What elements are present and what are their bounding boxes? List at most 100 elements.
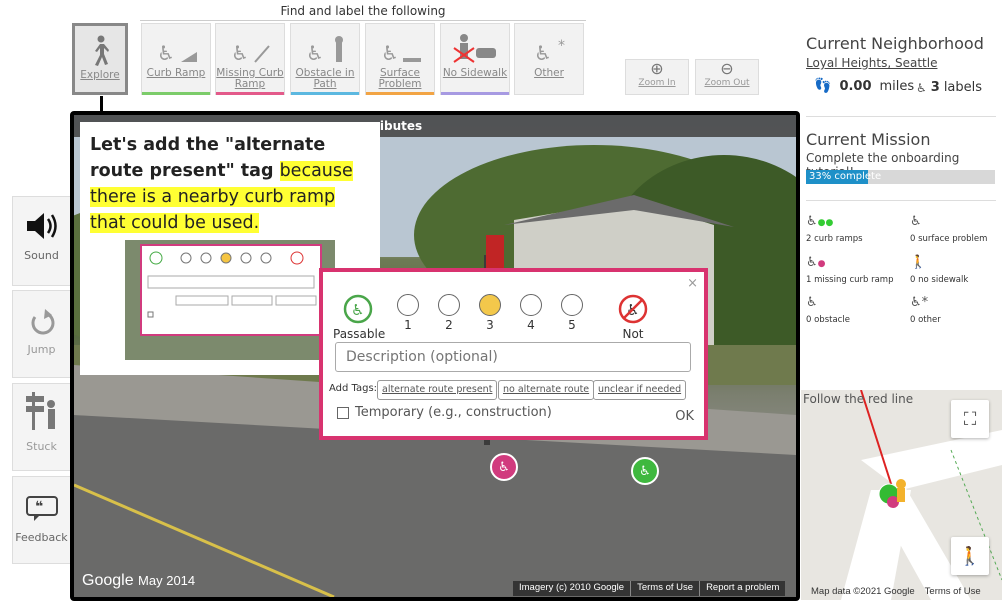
surface-problem-count: ♿ 0 surface problem: [910, 214, 1004, 244]
map-footer: Map data ©2021 Google Terms of Use: [811, 586, 981, 597]
zoom-out-button[interactable]: ⊖ Zoom Out: [695, 59, 759, 95]
speech-bubble-icon: ❝: [13, 477, 70, 523]
no-sidewalk-button[interactable]: No Sidewalk: [440, 23, 510, 95]
curb-ramp-count: ♿●● 2 curb ramps: [806, 214, 901, 244]
tutorial-text: Let's add the "alternate route present" …: [90, 132, 370, 236]
severity-1-label: 1: [404, 318, 412, 332]
surface-problem-icon: ♿: [910, 214, 922, 229]
stuck-icon: [13, 384, 70, 430]
no-sidewalk-color-bar: [441, 92, 509, 95]
surface-problem-count-label: 0 surface problem: [910, 234, 988, 244]
frown-face-icon: [561, 294, 583, 316]
curb-ramp-label: Curb Ramp: [146, 67, 206, 79]
mini-severity-dialog: [140, 244, 322, 336]
other-icon: ♿*: [910, 295, 929, 310]
divider-2: [806, 200, 996, 201]
jump-label: Jump: [27, 343, 56, 356]
obstacle-button[interactable]: ♿ Obstacle in Path: [290, 23, 360, 95]
svg-text:♿: ♿: [157, 41, 175, 65]
missing-curb-ramp-marker[interactable]: ♿: [490, 453, 518, 481]
footprints-icon: 👣: [814, 78, 832, 94]
missing-curb-ramp-count-label: 1 missing curb ramp: [806, 275, 894, 285]
tutorial-thumbnail: [125, 240, 335, 360]
miles-value: 0.00: [839, 78, 872, 94]
obstacle-icon: ♿: [291, 30, 359, 68]
divider-1: [806, 116, 996, 117]
svg-text:*: *: [558, 38, 565, 54]
stuck-button[interactable]: Stuck: [12, 383, 71, 471]
other-button[interactable]: ♿ * Other: [514, 23, 584, 95]
surface-problem-button[interactable]: ♿ Surface Problem: [365, 23, 435, 95]
curb-ramp-marker[interactable]: ♿: [631, 457, 659, 485]
severity-2[interactable]: 2: [436, 294, 462, 332]
missing-curb-ramp-count: ♿● 1 missing curb ramp: [806, 255, 901, 285]
other-count-label: 0 other: [910, 315, 941, 325]
labels-value: 3: [930, 80, 940, 95]
obstacle-label: Obstacle in Path: [295, 67, 355, 90]
labels-stat: ♿ 3 labels: [916, 80, 982, 95]
close-icon[interactable]: ×: [687, 276, 698, 291]
fullscreen-icon[interactable]: ⛶: [951, 400, 989, 438]
neighborhood-header: Current Neighborhood: [806, 34, 984, 53]
severity-3-label: 3: [486, 318, 494, 332]
feedback-button[interactable]: ❝ Feedback: [12, 476, 71, 564]
minimap-hint: Follow the red line: [803, 392, 914, 406]
severity-4[interactable]: 4: [518, 294, 544, 332]
no-sidewalk-count-label: 0 no sidewalk: [910, 275, 969, 285]
obstacle-icon: ♿: [806, 295, 818, 310]
map-terms-link[interactable]: Terms of Use: [925, 586, 981, 597]
pano-footer: Imagery (c) 2010 Google Terms of Use Rep…: [513, 581, 786, 596]
passable-icon: ♿: [333, 294, 383, 327]
temporary-row: Temporary (e.g., construction): [337, 405, 552, 420]
curb-ramp-icon: ♿●●: [806, 214, 834, 229]
severity-1[interactable]: 1: [395, 294, 421, 332]
surface-problem-icon: ♿: [366, 30, 434, 68]
walking-person-icon: [75, 32, 125, 70]
neighborhood-link[interactable]: Loyal Heights, Seattle: [806, 56, 937, 70]
obstacle-color-bar: [291, 92, 359, 95]
severity-2-label: 2: [445, 318, 453, 332]
jump-icon: [13, 291, 70, 337]
mission-header: Current Mission: [806, 130, 931, 149]
description-input[interactable]: [335, 342, 691, 372]
severity-4-label: 4: [527, 318, 535, 332]
missing-curb-ramp-button[interactable]: ♿ Missing Curb Ramp: [215, 23, 285, 95]
explore-label: Explore: [80, 69, 120, 81]
slight-smile-face-icon: [438, 294, 460, 316]
zoom-in-label: Zoom In: [638, 78, 676, 88]
other-icon: ♿*: [515, 30, 583, 68]
tag-unclear-if-needed[interactable]: unclear if needed: [593, 380, 687, 400]
temporary-checkbox[interactable]: [337, 406, 349, 419]
minimap[interactable]: Follow the red line ⛶ 🚶 Map data ©2021 G…: [801, 390, 1002, 600]
ok-button[interactable]: OK: [675, 409, 694, 424]
pano-terms-link[interactable]: Terms of Use: [630, 581, 699, 596]
curb-ramp-button[interactable]: ♿ Curb Ramp: [141, 23, 211, 95]
severity-3[interactable]: 3: [477, 294, 503, 332]
missing-curb-ramp-label: Missing Curb Ramp: [216, 67, 284, 90]
missing-curb-ramp-icon: ♿●: [806, 255, 826, 270]
sound-button[interactable]: Sound: [12, 196, 71, 286]
svg-text:♿: ♿: [231, 41, 249, 65]
explore-button[interactable]: Explore: [72, 23, 128, 95]
severity-5-label: 5: [568, 318, 576, 332]
other-label: Other: [534, 67, 564, 79]
missing-curb-ramp-color-bar: [216, 92, 284, 95]
no-sidewalk-label: No Sidewalk: [442, 67, 508, 79]
find-label-heading: Find and label the following: [140, 4, 586, 21]
severity-passable[interactable]: ♿ Passable: [333, 294, 386, 341]
tag-no-alternate-route[interactable]: no alternate route: [498, 380, 595, 400]
obstacle-count-label: 0 obstacle: [806, 315, 850, 325]
surface-problem-label: Surface Problem: [378, 67, 422, 90]
jump-button[interactable]: Jump: [12, 290, 71, 378]
missing-curb-ramp-icon: ♿: [216, 30, 284, 68]
tag-alternate-route-present[interactable]: alternate route present: [377, 380, 498, 400]
svg-text:♿: ♿: [306, 41, 324, 65]
report-problem-link[interactable]: Report a problem: [699, 581, 785, 596]
labels-unit: labels: [943, 80, 983, 95]
zoom-in-button[interactable]: ⊕ Zoom In: [625, 59, 689, 95]
pegman-icon[interactable]: 🚶: [951, 537, 989, 575]
severity-5[interactable]: 5: [559, 294, 585, 332]
passable-label: Passable: [333, 327, 386, 341]
label-count-icon: ♿: [916, 80, 927, 95]
curb-ramp-color-bar: [142, 92, 210, 95]
